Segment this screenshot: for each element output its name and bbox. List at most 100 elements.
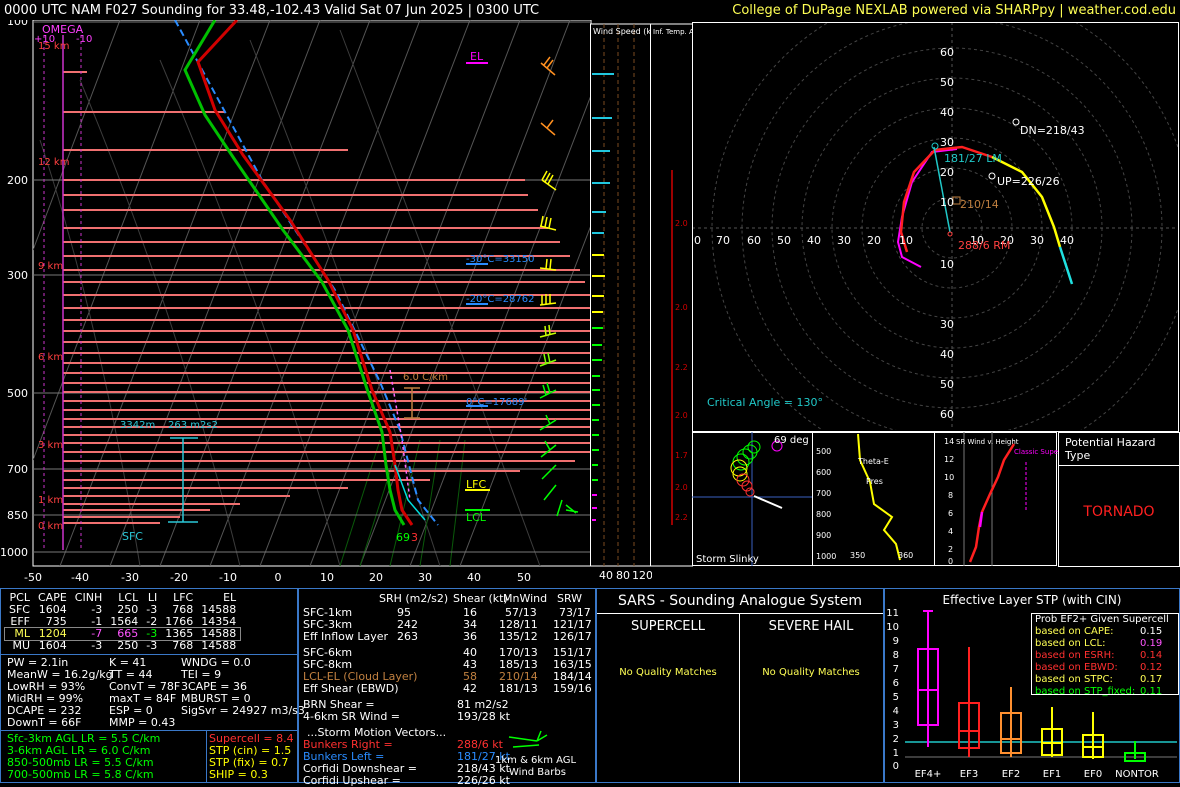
stp-legend-row: based on CAPE: 0.15 (1035, 626, 1163, 637)
svg-text:11: 11 (886, 608, 899, 619)
height-label: 6 km (38, 352, 63, 363)
parcel-indices-box: PCL CAPE CINH LCL LI LFC EL SFC 1604 -3 250… (0, 588, 305, 783)
height-label: 12 km (38, 157, 69, 168)
svg-text:2: 2 (893, 734, 899, 745)
theta-label: Theta-E (857, 457, 889, 466)
svg-text:350: 350 (850, 551, 865, 560)
pressure-label-850: 850 (7, 509, 28, 522)
omega-tick-plus: +10 (34, 34, 55, 45)
kin-header-shear: Shear (kt) (453, 592, 508, 605)
svg-text:50: 50 (940, 76, 954, 89)
svg-text:14: 14 (944, 437, 954, 446)
sfc-temp: 69 (396, 531, 410, 544)
svg-text:2.0: 2.0 (675, 303, 688, 312)
temp-label: -50 (24, 571, 42, 584)
svg-text:6: 6 (948, 509, 953, 518)
svg-text:50: 50 (777, 234, 791, 247)
sr-wind-value: 193/28 kt (457, 710, 510, 723)
svg-text:700: 700 (816, 489, 831, 498)
stp-legend-row: based on EBWD: 0.12 (1035, 662, 1163, 673)
temp-label: -40 (71, 571, 89, 584)
height-label: 3 km (38, 440, 63, 451)
lfc-label: LFC (466, 478, 486, 491)
wind-speed-tick: 120 (632, 569, 652, 582)
skewt-frame (32, 20, 592, 567)
svg-text:10: 10 (899, 234, 913, 247)
temp-adv-title: Inf. Temp. Adv. (C/hr) (653, 28, 694, 36)
svg-text:800: 800 (816, 510, 831, 519)
stp-legend-row: based on LCL: 0.19 (1035, 638, 1163, 649)
kin-header-srh: SRH (m2/s2) (379, 592, 449, 605)
wind-speed-tick: 40 (599, 569, 613, 582)
agl-wind-barbs (508, 730, 548, 748)
svg-text:2.2: 2.2 (675, 363, 688, 372)
isotherm-label-0: 0°C=17689' (466, 397, 527, 408)
sars-supercell: SUPERCELL (631, 619, 705, 634)
temp-label: 50 (517, 571, 531, 584)
svg-text:60: 60 (940, 46, 954, 59)
parcel-table: PCL CAPE CINH LCL LI LFC EL SFC 1604 -3 250… (3, 592, 242, 652)
corfidi-up-label: Corfidi Upshear = (303, 774, 401, 787)
svg-text:EF2: EF2 (1002, 769, 1020, 780)
svg-text:30: 30 (940, 136, 954, 149)
wind-speed-panel: Wind Speed (knots) 40 80 120 (590, 23, 652, 582)
svg-text:20: 20 (867, 234, 881, 247)
svg-text:0: 0 (694, 234, 701, 247)
stp-categories: EF4+ EF3 EF2 EF1 EF0 NONTOR (915, 769, 1159, 780)
skewt-panel: 100 200 300 500 700 850 1000 -50 -40 -30… (0, 20, 592, 584)
isotherm-label-20: -20°C=28762 (466, 294, 535, 305)
pressure-label-300: 300 (7, 269, 28, 282)
sars-hail: SEVERE HAIL (768, 619, 854, 634)
svg-text:40: 40 (940, 106, 954, 119)
svg-text:40: 40 (940, 348, 954, 361)
svg-text:5: 5 (893, 692, 899, 703)
index-col2: K = 41 TT = 44 ConvT = 78F maxT = 84F ES… (109, 656, 181, 729)
height-label: 0 km (38, 521, 63, 532)
barb-caption1: 1km & 6km AGL (495, 755, 577, 766)
pressure-label-700: 700 (7, 463, 28, 476)
effective-inflow-srh: 263 m2s2 (168, 420, 218, 431)
stp-box: Effective Layer STP (with CIN) 11 10 9 8… (884, 588, 1180, 783)
mean-wind-label: 210/14 (960, 198, 999, 211)
slinky-label: Storm Slinky (696, 554, 759, 565)
temp-label: 20 (369, 571, 383, 584)
sfc-label: SFC (122, 530, 143, 543)
sr-wind-label: 4-6km SR Wind = (303, 710, 401, 723)
index-col1: PW = 2.1in MeanW = 16.2g/kg LowRH = 93% … (7, 656, 113, 729)
temp-advection-panel: Inf. Temp. Adv. (C/hr) 2.0 2.0 2.2 2.0 1… (650, 23, 694, 567)
svg-text:4: 4 (948, 527, 953, 536)
hodograph-panel: 10 20 30 40 50 60 10 30 40 50 60 70 60 5… (692, 22, 1179, 432)
stp-legend-row: based on STPC: 0.17 (1035, 674, 1163, 685)
lapse-rates: Sfc-3km AGL LR = 5.5 C/km 3-6km AGL LR =… (7, 732, 161, 781)
temp-labels: -50 -40 -30 -20 -10 0 10 20 30 40 50 (24, 571, 531, 584)
sars-no-match-hail: No Quality Matches (762, 667, 860, 678)
svg-text:8: 8 (893, 650, 899, 661)
corfidi-up-value: 226/26 kt (457, 774, 510, 787)
svg-text:20: 20 (940, 166, 954, 179)
dn-label: DN=218/43 (1020, 124, 1085, 137)
svg-text:0: 0 (893, 761, 899, 772)
pressure-label-200: 200 (7, 174, 28, 187)
svg-text:EF4+: EF4+ (915, 769, 942, 780)
sars-no-match-supercell: No Quality Matches (619, 667, 717, 678)
svg-text:30: 30 (837, 234, 851, 247)
hazard-title: Potential Hazard Type (1059, 433, 1179, 466)
svg-text:10: 10 (940, 196, 954, 209)
svg-text:30: 30 (1030, 234, 1044, 247)
svg-text:2.0: 2.0 (675, 219, 688, 228)
temp-label: -30 (121, 571, 139, 584)
parcel-row-mu[interactable]: MU 1604 -3 250 -3 768 14588 (5, 640, 240, 652)
hazard-value: TORNADO (1083, 504, 1155, 520)
barb-caption2: Wind Barbs (509, 767, 566, 778)
svg-text:7: 7 (893, 664, 899, 675)
effective-inflow-height: 3342m (120, 420, 155, 431)
svg-text:EF3: EF3 (960, 769, 978, 780)
lcl-label: LCL (466, 511, 487, 524)
hazard-panel: Potential Hazard Type TORNADO (1058, 432, 1180, 567)
svg-text:4: 4 (893, 706, 899, 717)
pressure-label-1000: 1000 (0, 546, 28, 559)
svg-text:2.0: 2.0 (675, 411, 688, 420)
temp-label: 10 (320, 571, 334, 584)
svg-text:2.2: 2.2 (675, 513, 688, 522)
sars-title: SARS - Sounding Analogue System (618, 593, 862, 609)
